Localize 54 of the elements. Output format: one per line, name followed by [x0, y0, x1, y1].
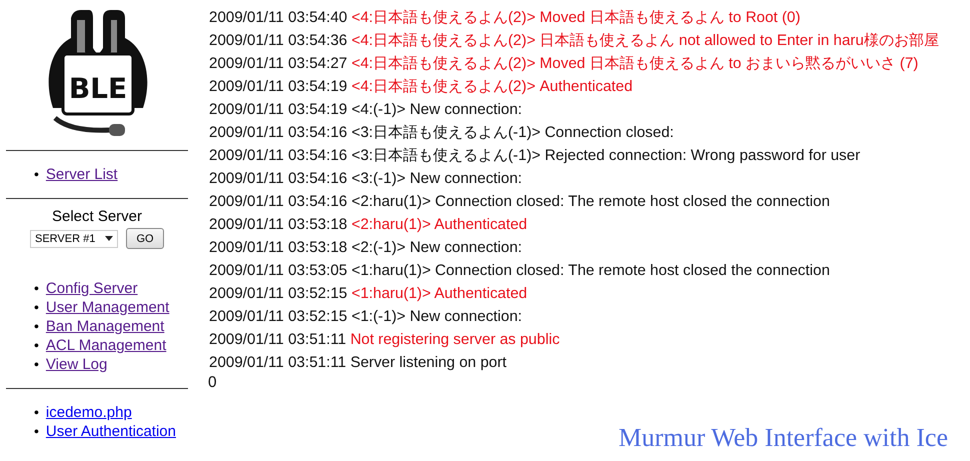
log-message: <2:haru(1)> Authenticated [351, 216, 528, 233]
bullet: • [34, 279, 39, 297]
log-message: <4:日本語も使えるよん(2)> Authenticated [351, 78, 633, 95]
log-timestamp: 2009/01/11 03:54:16 [209, 193, 348, 210]
log-timestamp: 2009/01/11 03:54:36 [209, 32, 348, 49]
log-message: <3:日本語も使えるよん(-1)> Rejected connection: Wrong password for user [351, 147, 860, 164]
log-timestamp: 2009/01/11 03:51:11 [209, 354, 346, 371]
bullet: • [34, 422, 39, 440]
bullet: • [34, 298, 39, 316]
log-message: <4:日本語も使えるよん(2)> Moved 日本語も使えるよん to おまいら黙るがいいさ (7) [351, 55, 918, 72]
nav-link[interactable]: View Log [46, 356, 108, 374]
log-message: <1:(-1)> New connection: [351, 308, 522, 325]
log-message: <1:haru(1)> Authenticated [351, 285, 528, 302]
log-timestamp: 2009/01/11 03:54:16 [209, 170, 348, 187]
server-dropdown[interactable]: SERVER #1 [30, 230, 118, 248]
log-timestamp: 2009/01/11 03:54:16 [209, 147, 348, 164]
nav-link[interactable]: ACL Management [46, 337, 166, 355]
bullet: • [34, 403, 39, 421]
nav-link[interactable]: Server List [46, 166, 118, 184]
log-message: <4:日本語も使えるよん(2)> 日本語も使えるよん not allowed to Enter in haru様のお部屋 [351, 32, 939, 49]
bullet: • [34, 165, 39, 183]
log-timestamp: 2009/01/11 03:53:05 [209, 262, 348, 279]
caret-icon [105, 236, 113, 241]
bullet: • [34, 355, 39, 373]
log-timestamp: 2009/01/11 03:54:27 [209, 55, 348, 72]
log-message: <3:日本語も使えるよん(-1)> Connection closed: [351, 124, 674, 141]
log-timestamp: 2009/01/11 03:53:18 [209, 239, 348, 256]
log-message: <2:haru(1)> Connection closed: The remote host closed the connection [351, 193, 830, 210]
log-message: <3:(-1)> New connection: [351, 170, 522, 187]
bullet: • [34, 336, 39, 354]
nav-link[interactable]: User Authentication [46, 423, 176, 441]
nav-link[interactable]: icedemo.php [46, 404, 132, 422]
log-message: <2:(-1)> New connection: [351, 239, 522, 256]
log-trailer: 0 [208, 374, 217, 391]
log-message: <4:(-1)> New connection: [351, 101, 522, 118]
log-message: Server listening on port [350, 354, 507, 371]
select-server-label: Select Server [52, 208, 142, 226]
log-timestamp: 2009/01/11 03:54:19 [209, 101, 348, 118]
log-message: <1:haru(1)> Connection closed: The remote host closed the connection [351, 262, 830, 279]
go-button[interactable]: GO [126, 228, 164, 249]
nav-link[interactable]: Ban Management [46, 318, 164, 336]
log-message: Not registering server as public [350, 331, 560, 348]
footer-title: Murmur Web Interface with Ice [618, 423, 948, 453]
log-timestamp: 2009/01/11 03:54:16 [209, 124, 348, 141]
bullet: • [34, 317, 39, 335]
log-timestamp: 2009/01/11 03:52:15 [209, 285, 348, 302]
log-timestamp: 2009/01/11 03:54:19 [209, 78, 348, 95]
nav-link[interactable]: Config Server [46, 280, 138, 298]
log-timestamp: 2009/01/11 03:53:18 [209, 216, 348, 233]
log-timestamp: 2009/01/11 03:54:40 [209, 9, 348, 26]
log-timestamp: 2009/01/11 03:51:11 [209, 331, 346, 348]
nav-link[interactable]: User Management [46, 299, 170, 317]
log-message: <4:日本語も使えるよん(2)> Moved 日本語も使えるよん to Root (0) [351, 9, 800, 26]
log-timestamp: 2009/01/11 03:52:15 [209, 308, 348, 325]
